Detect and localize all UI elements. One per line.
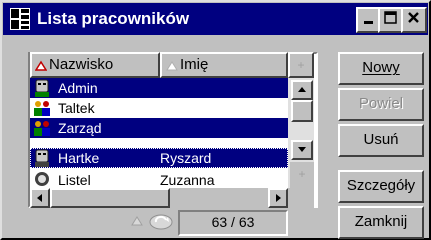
person-icon: [35, 172, 49, 186]
table-row[interactable]: Admin: [30, 78, 288, 98]
arrow-left-icon: [37, 194, 42, 202]
details-button[interactable]: Szczegóły: [338, 170, 424, 203]
close-window-button[interactable]: [401, 7, 427, 33]
scroll-down-button[interactable]: [291, 140, 313, 160]
table-row[interactable]: Listel Zuzanna: [30, 170, 288, 188]
close-button[interactable]: Zamknij: [338, 206, 424, 239]
duplicate-button-label: Powiel: [358, 95, 404, 112]
delete-button[interactable]: Usuń: [338, 124, 424, 157]
window-title: Lista pracowników: [37, 9, 190, 28]
column-header-label: Imię: [180, 56, 209, 73]
scrollbar-corner: [288, 188, 314, 208]
surname-cell: Taltek: [58, 100, 95, 116]
record-counter: 63 / 63: [178, 210, 288, 236]
scrollbar-gap: +: [290, 162, 314, 188]
horizontal-scroll-thumb[interactable]: [50, 188, 170, 208]
title-bar[interactable]: Lista pracowników: [3, 3, 428, 35]
record-counter-label: 63 / 63: [211, 214, 255, 230]
close-icon: [408, 12, 419, 23]
surname-cell: Admin: [58, 80, 98, 96]
sort-indicator-icon: [35, 60, 47, 71]
focus-rectangle: [30, 148, 288, 168]
table-row[interactable]: Zarząd: [30, 118, 288, 138]
details-button-label: Szczegóły: [346, 177, 416, 194]
maximize-icon: [384, 11, 397, 24]
minimize-icon: [364, 21, 373, 24]
column-add-corner[interactable]: +: [288, 52, 314, 78]
scroll-right-button[interactable]: [268, 188, 288, 208]
duplicate-button[interactable]: Powiel: [338, 88, 424, 121]
arrow-up-icon: [298, 87, 306, 92]
scroll-left-button[interactable]: [30, 188, 50, 208]
arrow-down-icon: [298, 147, 306, 152]
person-icon: [35, 79, 49, 97]
delete-button-label: Usuń: [363, 131, 399, 148]
new-button-label: Nowy: [362, 59, 400, 76]
group-icon: [34, 121, 50, 136]
surname-cell: Zarząd: [58, 120, 102, 136]
sort-triangle-icon: [131, 216, 143, 226]
close-button-label: Zamknij: [354, 213, 408, 230]
refresh-icon[interactable]: [148, 212, 174, 232]
column-header-firstname[interactable]: Imię: [160, 52, 288, 78]
table-row[interactable]: Taltek: [30, 98, 288, 118]
app-icon: [10, 8, 30, 30]
group-icon: [34, 101, 50, 116]
scroll-up-button[interactable]: [291, 80, 313, 100]
new-button[interactable]: Nowy: [338, 52, 424, 85]
arrow-right-icon: [276, 194, 281, 202]
firstname-cell: Zuzanna: [160, 172, 215, 188]
sort-indicator-icon: [166, 61, 178, 71]
scroll-thumb[interactable]: [291, 100, 313, 122]
column-header-label: Nazwisko: [49, 56, 114, 73]
plus-icon: +: [298, 167, 306, 181]
plus-icon: +: [297, 58, 305, 72]
column-header-surname[interactable]: Nazwisko: [30, 52, 160, 78]
